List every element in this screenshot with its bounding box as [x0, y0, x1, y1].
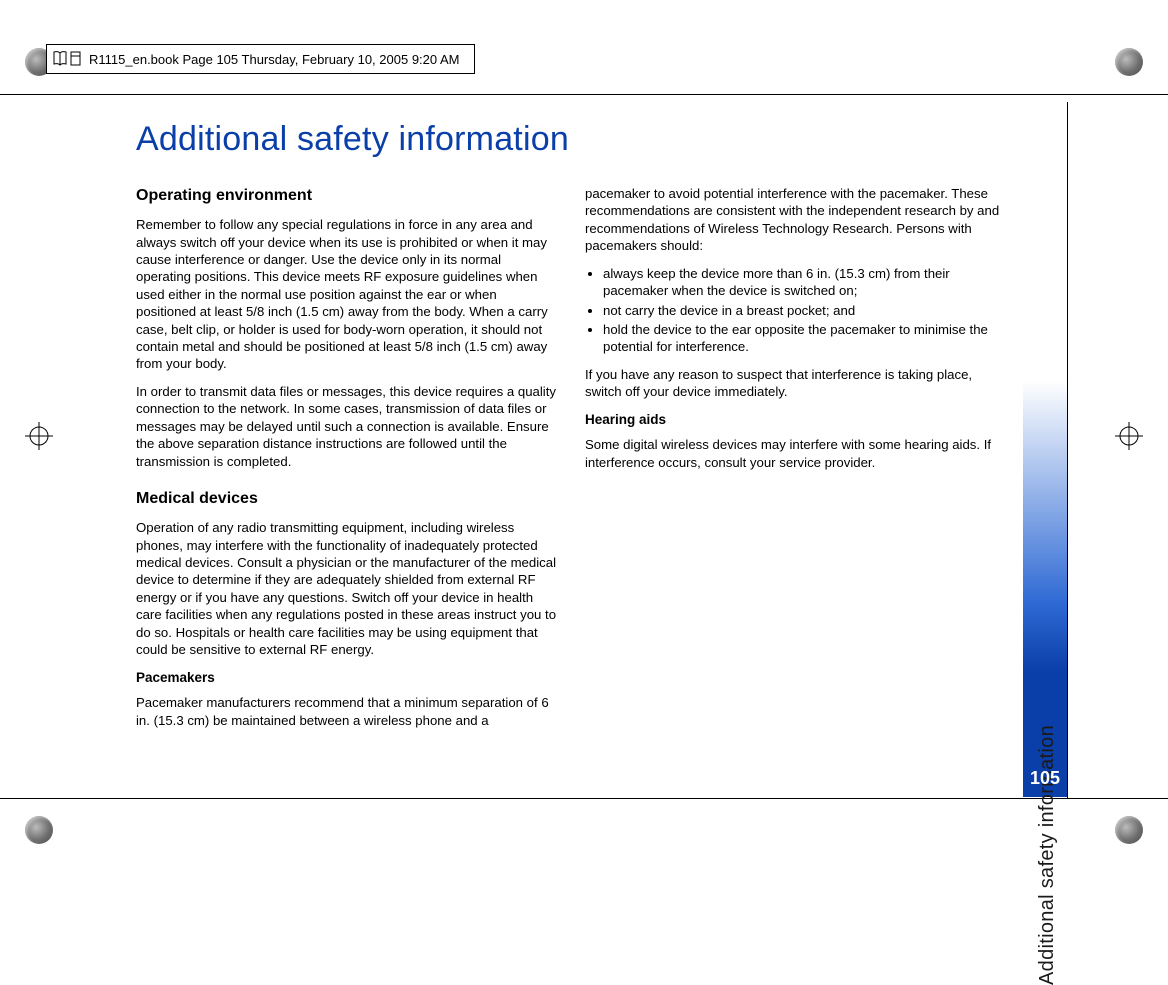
- page-content: Additional safety information Operating …: [136, 120, 1006, 780]
- crop-line: [1067, 102, 1068, 798]
- list-item: hold the device to the ear opposite the …: [603, 321, 1006, 356]
- header-meta-text: R1115_en.book Page 105 Thursday, Februar…: [89, 52, 460, 67]
- crop-line: [0, 94, 1168, 95]
- registration-mark-icon: [25, 422, 53, 450]
- heading-medical-devices: Medical devices: [136, 488, 557, 509]
- paragraph: Operation of any radio transmitting equi…: [136, 519, 557, 658]
- page-title: Additional safety information: [136, 120, 1006, 159]
- header-meta-bar: R1115_en.book Page 105 Thursday, Februar…: [46, 44, 475, 74]
- paragraph: If you have any reason to suspect that i…: [585, 366, 1006, 401]
- paragraph: Some digital wireless devices may interf…: [585, 436, 1006, 471]
- side-section-label: Additional safety information: [1036, 725, 1059, 985]
- side-tab: Additional safety information 105: [1023, 103, 1067, 797]
- paragraph: In order to transmit data files or messa…: [136, 383, 557, 470]
- corner-disc-icon: [1115, 816, 1143, 844]
- book-icon: [53, 51, 83, 67]
- crop-line: [0, 798, 1168, 799]
- heading-pacemakers: Pacemakers: [136, 669, 557, 687]
- heading-hearing-aids: Hearing aids: [585, 411, 1006, 429]
- paragraph: Remember to follow any special regulatio…: [136, 216, 557, 373]
- page-number: 105: [1023, 768, 1067, 789]
- corner-disc-icon: [1115, 48, 1143, 76]
- registration-mark-icon: [1115, 422, 1143, 450]
- heading-operating-environment: Operating environment: [136, 185, 557, 206]
- text-columns: Operating environment Remember to follow…: [136, 185, 1006, 745]
- corner-disc-icon: [25, 816, 53, 844]
- list-item: not carry the device in a breast pocket;…: [603, 302, 1006, 319]
- list-item: always keep the device more than 6 in. (…: [603, 265, 1006, 300]
- bullet-list: always keep the device more than 6 in. (…: [585, 265, 1006, 356]
